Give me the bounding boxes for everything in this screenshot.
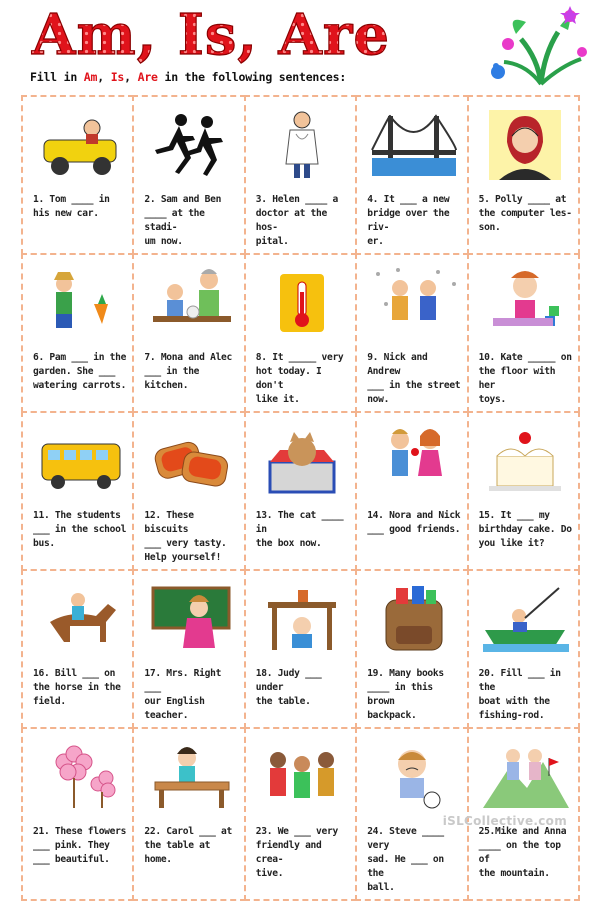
runners-icon: [144, 103, 237, 187]
exercise-sentence: 1. Tom ____ in his new car.: [33, 194, 110, 219]
exercise-sentence: 9. Nick and Andrew ___ in the street now…: [367, 352, 461, 405]
title-text: Am, Is, Are: [31, 2, 390, 64]
biscuits-icon: [144, 419, 237, 503]
exercise-sentence: 6. Pam ___ in the garden. She ___ wateri…: [33, 352, 127, 391]
instructions: Fill in Am, Is, Are in the following sen…: [30, 70, 347, 84]
exercise-item-3: 3. Helen ____ a doctor at the hos- pital…: [243, 95, 358, 255]
exercise-sentence: 16. Bill ___ on the horse in the field.: [33, 668, 121, 707]
exercise-sentence: 11. The students ___ in the school bus.: [33, 510, 127, 549]
flower-decoration-icon: [486, 4, 596, 86]
under-table-icon: [256, 577, 349, 661]
doctor-icon: [256, 103, 349, 187]
exercise-sentence: 24. Steve ____ very sad. He ___ on the b…: [367, 826, 444, 893]
exercise-sentence: 18. Judy ___ under the table.: [255, 668, 322, 707]
exercise-item-14: 14. Nora and Nick ___ good friends.: [355, 411, 469, 571]
exercise-item-13: 13. The cat ____ in the box now.: [243, 411, 358, 571]
exercise-item-18: 18. Judy ___ under the table.: [243, 569, 358, 729]
snow-kids-icon: [367, 261, 460, 345]
exercise-sentence: 15. It ___ my birthday cake. Do you like…: [478, 510, 572, 549]
exercise-item-19: 19. Many books ____ in this brown backpa…: [355, 569, 469, 729]
pink-flowers-icon: [33, 735, 126, 819]
exercise-sentence: 17. Mrs. Right ___ our English teacher.: [144, 668, 222, 721]
girl-desk-icon: [144, 735, 237, 819]
exercise-grid: 1. Tom ____ in his new car. 2. Sam and Be…: [21, 95, 580, 901]
exercise-item-16: 16. Bill ___ on the horse in the field.: [21, 569, 135, 729]
exercise-sentence: 2. Sam and Ben ____ at the stadi- um now…: [144, 194, 222, 247]
exercise-sentence: 8. It _____ very hot today. I don't like…: [255, 352, 344, 405]
exercise-item-9: 9. Nick and Andrew ___ in the street now…: [355, 253, 469, 413]
headset-woman-icon: [479, 103, 572, 187]
teacher-icon: [144, 577, 237, 661]
girl-toys-icon: [479, 261, 572, 345]
gardener-icon: [33, 261, 126, 345]
exercise-item-21: 21. These flowers ___ pink. They ___ bea…: [21, 727, 135, 901]
exercise-item-11: 11. The students ___ in the school bus.: [21, 411, 135, 571]
friends-icon: [367, 419, 460, 503]
exercise-sentence: 13. The cat ____ in the box now.: [255, 510, 344, 549]
thermometer-icon: [256, 261, 349, 345]
backpack-icon: [367, 577, 460, 661]
exercise-sentence: 12. These biscuits ___ very tasty. Help …: [144, 510, 227, 563]
exercise-item-22: 22. Carol ___ at the table at home.: [132, 727, 246, 901]
exercise-item-12: 12. These biscuits ___ very tasty. Help …: [132, 411, 246, 571]
family-icon: [256, 735, 349, 819]
exercise-item-8: 8. It _____ very hot today. I don't like…: [243, 253, 358, 413]
car-driver-icon: [33, 103, 126, 187]
exercise-item-10: 10. Kate _____ on the floor with her toy…: [466, 253, 580, 413]
cat-box-icon: [256, 419, 349, 503]
cake-icon: [479, 419, 572, 503]
mountain-climbers-icon: [479, 735, 572, 819]
exercise-item-1: 1. Tom ____ in his new car.: [21, 95, 135, 255]
exercise-sentence: 14. Nora and Nick ___ good friends.: [367, 510, 461, 535]
kitchen-icon: [144, 261, 237, 345]
exercise-sentence: 22. Carol ___ at the table at home.: [144, 826, 233, 865]
exercise-sentence: 10. Kate _____ on the floor with her toy…: [478, 352, 572, 405]
exercise-sentence: 7. Mona and Alec ___ in the kitchen.: [144, 352, 233, 391]
exercise-item-15: 15. It ___ my birthday cake. Do you like…: [466, 411, 580, 571]
exercise-sentence: 23. We ___ very friendly and crea- tive.: [255, 826, 338, 879]
exercise-item-2: 2. Sam and Ben ____ at the stadi- um now…: [132, 95, 246, 255]
exercise-sentence: 19. Many books ____ in this brown backpa…: [367, 668, 444, 721]
exercise-item-6: 6. Pam ___ in the garden. She ___ wateri…: [21, 253, 135, 413]
exercise-sentence: 4. It ___ a new bridge over the riv- er.: [367, 194, 450, 247]
exercise-sentence: 20. Fill ___ in the boat with the fishin…: [478, 668, 561, 721]
exercise-sentence: 21. These flowers ___ pink. They ___ bea…: [33, 826, 127, 865]
exercise-item-20: 20. Fill ___ in the boat with the fishin…: [466, 569, 580, 729]
exercise-sentence: 3. Helen ____ a doctor at the hos- pital…: [255, 194, 338, 247]
worksheet-title: Am, Is, Are: [28, 1, 488, 68]
exercise-item-17: 17. Mrs. Right ___ our English teacher.: [132, 569, 246, 729]
sad-boy-icon: [367, 735, 460, 819]
exercise-item-7: 7. Mona and Alec ___ in the kitchen.: [132, 253, 246, 413]
horse-rider-icon: [33, 577, 126, 661]
exercise-item-5: 5. Polly ____ at the computer les- son.: [466, 95, 580, 255]
exercise-item-23: 23. We ___ very friendly and crea- tive.: [243, 727, 358, 901]
school-bus-icon: [33, 419, 126, 503]
exercise-sentence: 5. Polly ____ at the computer les- son.: [478, 194, 572, 233]
footer-watermark: iSLCollective.com: [442, 814, 567, 828]
fishing-boat-icon: [479, 577, 572, 661]
exercise-sentence: 25.Mike and Anna ____ on the top of the …: [478, 826, 567, 879]
exercise-item-4: 4. It ___ a new bridge over the riv- er.: [355, 95, 469, 255]
bridge-icon: [367, 103, 460, 187]
